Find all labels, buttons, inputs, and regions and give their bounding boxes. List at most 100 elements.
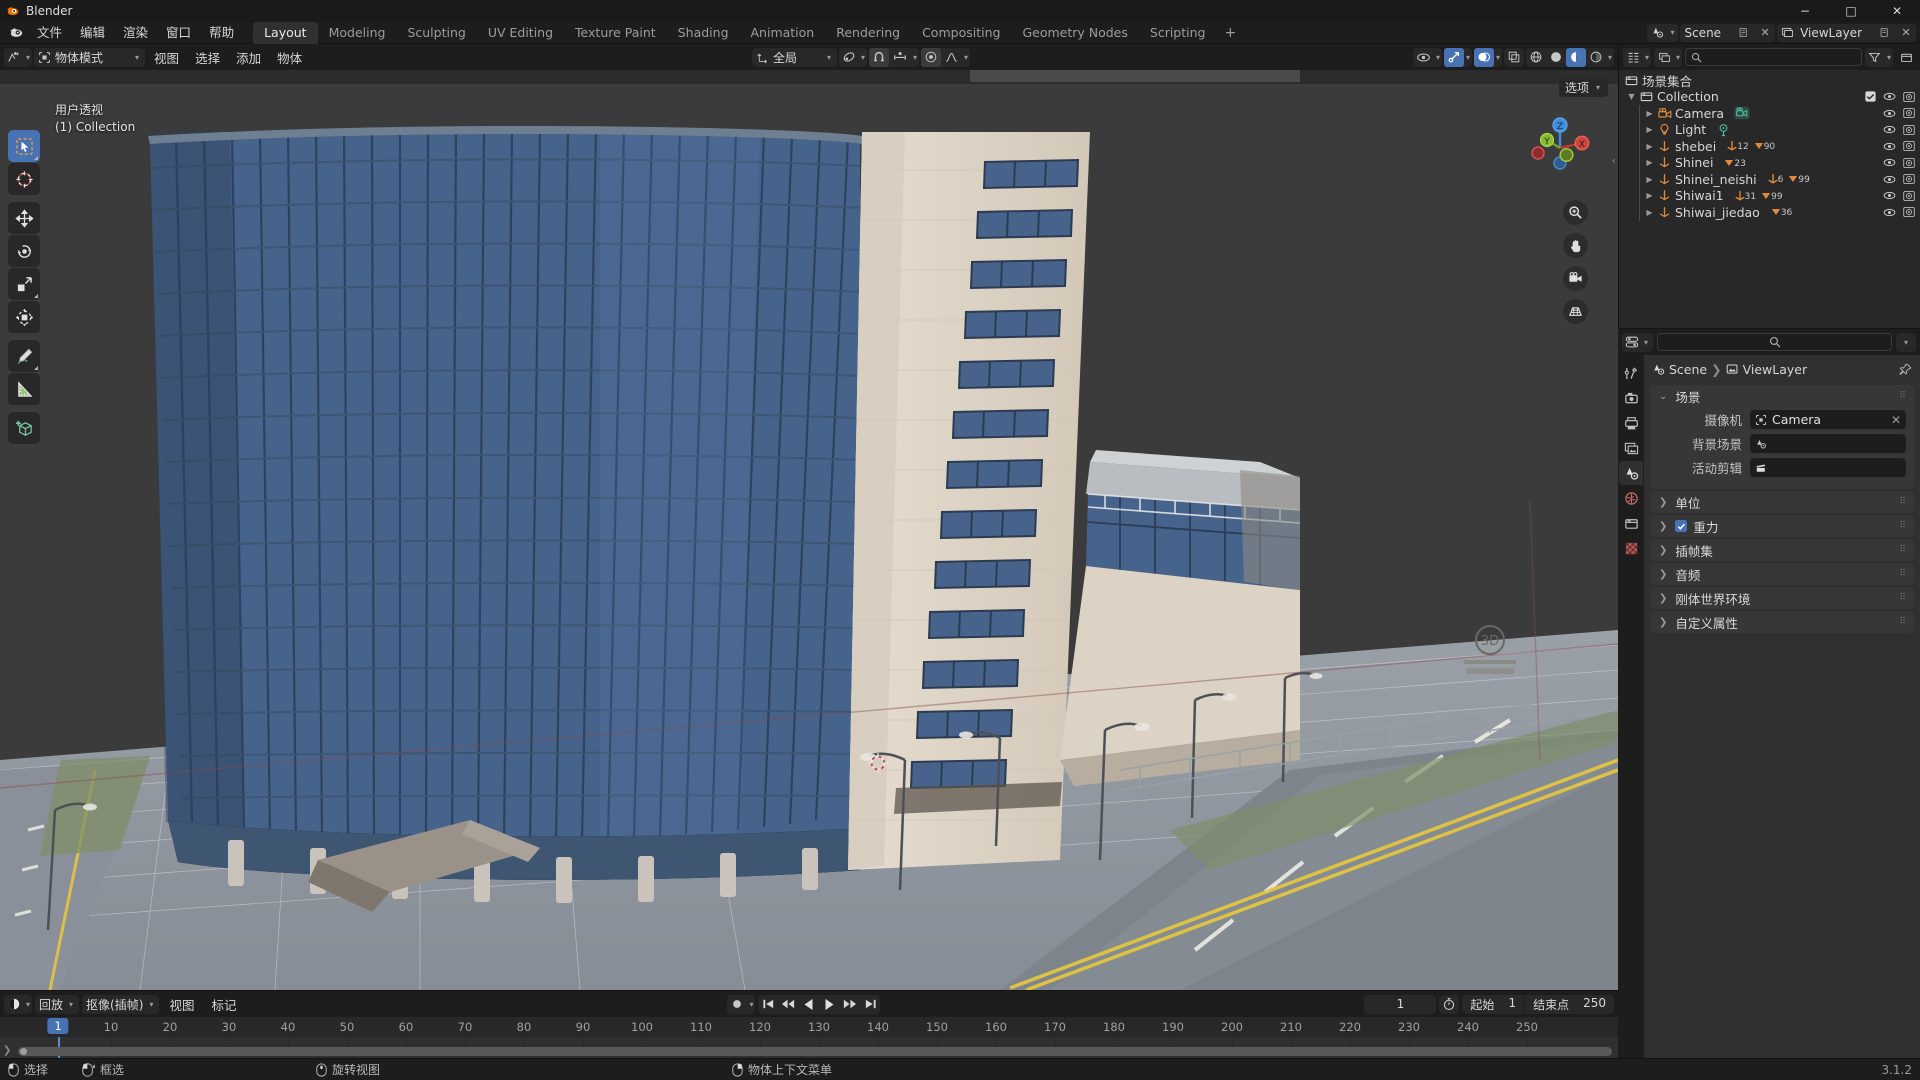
- mesh-data-badge[interactable]: 23: [1723, 157, 1746, 169]
- move-tool[interactable]: [8, 202, 40, 234]
- tab-uv-editing[interactable]: UV Editing: [477, 22, 564, 44]
- panel-drag-handle[interactable]: ⠿: [1899, 546, 1907, 555]
- pin-icon[interactable]: [1899, 363, 1912, 376]
- playhead-label[interactable]: 1: [47, 1018, 69, 1034]
- shiwai-jiedao-visibility-icon[interactable]: [1883, 207, 1896, 218]
- display-mode-selector[interactable]: ▾: [1654, 47, 1683, 67]
- custom-properties-expand-icon[interactable]: ❯: [1657, 617, 1669, 628]
- gizmo-toggle[interactable]: [1443, 47, 1464, 67]
- add-cube-tool[interactable]: [8, 412, 40, 444]
- panel-drag-handle[interactable]: ⠿: [1899, 522, 1907, 531]
- blender-menu-icon[interactable]: [4, 25, 28, 40]
- proportional-toggle[interactable]: [921, 47, 942, 67]
- background-scene-field[interactable]: [1750, 434, 1906, 453]
- empty-axes-badge[interactable]: 12: [1726, 140, 1749, 152]
- outliner-row-shiwai-jiedao[interactable]: ▶ Shiwai_jiedao 36: [1619, 204, 1920, 221]
- tab-rendering[interactable]: Rendering: [825, 22, 911, 44]
- keying-sets-expand-icon[interactable]: ❯: [1657, 545, 1669, 556]
- timeline-menu-marker[interactable]: 标记: [204, 994, 243, 1015]
- camera-view-icon[interactable]: [1563, 266, 1588, 291]
- tab-scene[interactable]: [1619, 461, 1643, 485]
- viewport-menu-select[interactable]: 选择: [188, 47, 227, 68]
- scrollbar-knob[interactable]: [20, 1048, 27, 1055]
- scene-panel-expand-icon[interactable]: ⌄: [1657, 391, 1669, 402]
- light-visibility-icon[interactable]: [1883, 124, 1896, 135]
- rigid-body-expand-icon[interactable]: ❯: [1657, 593, 1669, 604]
- navigation-gizmo[interactable]: Y X Z: [1522, 110, 1598, 186]
- shebei-disclosure-icon[interactable]: ▶: [1643, 142, 1656, 151]
- new-viewlayer-button[interactable]: [1879, 27, 1895, 38]
- shebei-render-icon[interactable]: [1903, 140, 1915, 152]
- snap-magnet-toggle[interactable]: [869, 47, 890, 67]
- scale-tool[interactable]: [8, 268, 40, 300]
- collection-visibility-icon[interactable]: [1883, 91, 1896, 102]
- shinei-disclosure-icon[interactable]: ▶: [1643, 158, 1656, 167]
- jump-to-start-button[interactable]: [758, 995, 778, 1014]
- viewport-menu-add[interactable]: 添加: [229, 47, 268, 68]
- shinei-neishi-render-icon[interactable]: [1903, 173, 1915, 185]
- menu-help[interactable]: 帮助: [200, 22, 243, 44]
- outliner-row-shinei-neishi[interactable]: ▶ Shinei_neishi 6 99: [1619, 171, 1920, 188]
- gravity-panel-header[interactable]: ❯ 重力 ⠿: [1650, 515, 1914, 537]
- outliner-row-camera[interactable]: ▶ Camera: [1619, 105, 1920, 122]
- object-mode-selector[interactable]: 物体模式 ▾: [34, 47, 146, 67]
- shebei-visibility-icon[interactable]: [1883, 141, 1896, 152]
- custom-properties-panel-header[interactable]: ❯ 自定义属性 ⠿: [1650, 611, 1914, 633]
- tab-shading[interactable]: Shading: [667, 22, 740, 44]
- overlays-toggle[interactable]: [1473, 47, 1494, 67]
- close-button[interactable]: ✕: [1874, 0, 1920, 22]
- falloff-curve-icon[interactable]: [941, 48, 962, 67]
- new-scene-button[interactable]: [1738, 27, 1754, 38]
- outliner-filter-button[interactable]: ▾: [1864, 47, 1893, 67]
- panel-drag-handle[interactable]: ⠿: [1899, 570, 1907, 579]
- light-data-icon[interactable]: [1716, 123, 1731, 137]
- panel-drag-handle[interactable]: ⠿: [1899, 594, 1907, 603]
- visibility-selector[interactable]: ▾: [1412, 47, 1442, 67]
- maximize-button[interactable]: □: [1828, 0, 1874, 22]
- 3d-viewport[interactable]: 3D 用户透视 (1) Collection 选项 ▾ ‹ Y X Z: [0, 70, 1618, 990]
- keying-menu[interactable]: 抠像(插帧) ▾: [82, 994, 160, 1014]
- remove-viewlayer-button[interactable]: ✕: [1898, 26, 1914, 39]
- snap-target-icon[interactable]: [889, 48, 911, 67]
- use-preview-range-toggle[interactable]: [1439, 994, 1460, 1014]
- outliner-search-input[interactable]: [1685, 48, 1862, 66]
- menu-window[interactable]: 窗口: [157, 22, 200, 44]
- timeline-ruler[interactable]: 1 10 20 30 40 50 60 70 80 90 100 110 120…: [0, 1017, 1618, 1037]
- shinei-neishi-visibility-icon[interactable]: [1883, 174, 1896, 185]
- tab-render[interactable]: [1619, 386, 1643, 410]
- panel-drag-handle[interactable]: ⠿: [1899, 618, 1907, 627]
- tab-world[interactable]: [1619, 486, 1643, 510]
- camera-visibility-icon[interactable]: [1883, 108, 1896, 119]
- keying-sets-panel[interactable]: ❯ 插帧集 ⠿: [1650, 539, 1914, 561]
- scene-name-field[interactable]: Scene ✕: [1680, 23, 1776, 42]
- previous-keyframe-button[interactable]: [778, 995, 799, 1014]
- light-disclosure-icon[interactable]: ▶: [1643, 125, 1656, 134]
- units-panel[interactable]: ❯ 单位 ⠿: [1650, 491, 1914, 513]
- scene-panel-header[interactable]: ⌄ 场景 ⠿: [1650, 385, 1914, 407]
- tab-layout[interactable]: Layout: [253, 21, 318, 44]
- start-frame-field[interactable]: 起始 1: [1462, 996, 1524, 1013]
- shiwai1-disclosure-icon[interactable]: ▶: [1643, 191, 1656, 200]
- audio-expand-icon[interactable]: ❯: [1657, 569, 1669, 580]
- collection-checkbox[interactable]: [1865, 91, 1876, 102]
- minimize-button[interactable]: −: [1782, 0, 1828, 22]
- camera-data-icon[interactable]: [1734, 106, 1750, 120]
- menu-file[interactable]: 文件: [28, 22, 71, 44]
- gravity-panel[interactable]: ❯ 重力 ⠿: [1650, 515, 1914, 537]
- play-reverse-button[interactable]: [799, 995, 819, 1014]
- unlink-scene-button[interactable]: ✕: [1757, 26, 1773, 39]
- shiwai1-render-icon[interactable]: [1903, 190, 1915, 202]
- camera-disclosure-icon[interactable]: ▶: [1643, 109, 1656, 118]
- tab-view-layer[interactable]: [1619, 436, 1643, 460]
- audio-panel[interactable]: ❯ 音频 ⠿: [1650, 563, 1914, 585]
- mesh-data-badge[interactable]: 36: [1770, 206, 1792, 218]
- next-keyframe-button[interactable]: [839, 995, 860, 1014]
- add-workspace-button[interactable]: +: [1216, 22, 1244, 44]
- tab-tool[interactable]: [1619, 361, 1643, 385]
- pivot-point-selector[interactable]: ▾: [839, 47, 868, 67]
- units-expand-icon[interactable]: ❯: [1657, 497, 1669, 508]
- outliner-row-light[interactable]: ▶ Light: [1619, 122, 1920, 139]
- breadcrumb-viewlayer-label[interactable]: ViewLayer: [1743, 362, 1808, 377]
- empty-axes-badge[interactable]: 6: [1767, 173, 1783, 185]
- shiwai-jiedao-disclosure-icon[interactable]: ▶: [1643, 208, 1656, 217]
